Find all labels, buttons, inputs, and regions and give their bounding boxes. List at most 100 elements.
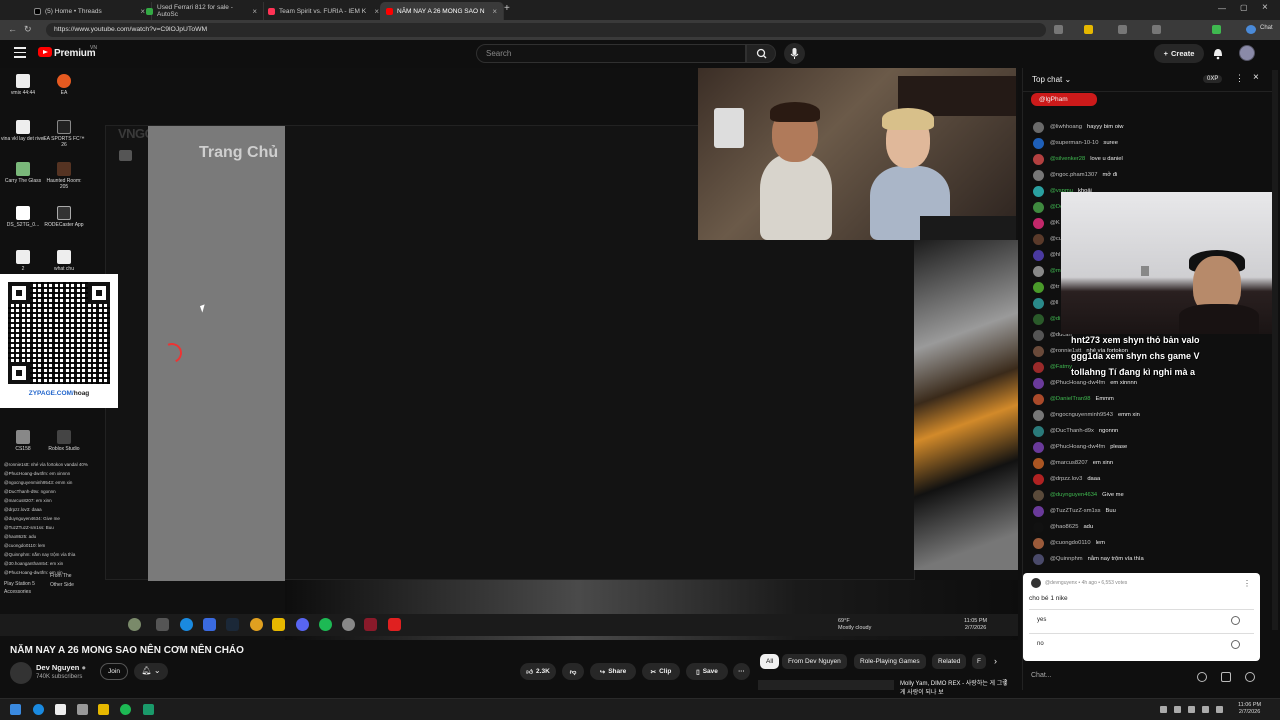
subscribed-button[interactable]: 🔔︎ ⌄ <box>134 663 168 680</box>
start-icon[interactable] <box>10 704 21 715</box>
chat-message[interactable]: @TuzZTuzZ-sm1ss Buu <box>1033 504 1116 518</box>
extension-icon[interactable] <box>1152 25 1161 34</box>
radio-icon[interactable] <box>1231 640 1240 649</box>
chat-message[interactable]: @superman-10-10 suree <box>1033 136 1118 150</box>
user-avatar[interactable] <box>1033 201 1044 213</box>
chat-message[interactable]: @PhucHoang-dw4fm please <box>1033 440 1127 454</box>
browser-tab[interactable]: Used Ferrari 812 for sale - AutoSc × <box>140 2 264 20</box>
more-options-icon[interactable]: ⋮ <box>1243 579 1251 588</box>
chat-username[interactable]: @DucThanh-d9x <box>1050 428 1094 434</box>
app-tray-icon[interactable] <box>1174 706 1181 713</box>
chat-username[interactable]: @hl <box>1050 252 1060 258</box>
poll-option[interactable]: yes <box>1029 609 1254 631</box>
browser-tab-active[interactable]: NĂM NAY A 26 MONG SAO N × <box>380 2 504 20</box>
chat-message[interactable]: @ll <box>1033 296 1063 310</box>
extension-icon[interactable] <box>1212 25 1221 34</box>
new-tab-icon[interactable]: + <box>504 3 510 14</box>
minimize-icon[interactable]: — <box>1218 4 1226 13</box>
chat-username[interactable]: @ngoc.pham1307 <box>1050 172 1097 178</box>
channel-name[interactable]: Dev Nguyen ● <box>36 663 86 672</box>
browser-tab[interactable]: Team Spirit vs. FURIA - IEM K × <box>262 2 386 20</box>
file-icon[interactable] <box>55 704 66 715</box>
user-avatar[interactable] <box>1033 313 1044 325</box>
close-icon[interactable]: × <box>374 7 379 16</box>
user-avatar[interactable] <box>1033 329 1044 341</box>
close-window-icon[interactable]: × <box>1262 2 1268 13</box>
folder-icon[interactable] <box>98 704 109 715</box>
chat-username[interactable]: @ll <box>1050 300 1058 306</box>
chat-username[interactable]: @drpzz.lov3 <box>1050 476 1082 482</box>
star-icon[interactable] <box>1084 25 1093 34</box>
xp-badge[interactable]: 0XP <box>1203 75 1223 83</box>
user-avatar[interactable] <box>1033 489 1044 501</box>
chat-username[interactable]: @di <box>1050 316 1060 322</box>
user-avatar[interactable] <box>1033 345 1044 357</box>
chat-message[interactable]: @DucThanh-d9x ngonnn <box>1033 424 1118 438</box>
user-avatar[interactable] <box>1033 137 1044 149</box>
back-icon[interactable]: ← <box>8 24 17 34</box>
user-avatar[interactable] <box>1033 153 1044 165</box>
user-avatar[interactable] <box>1033 361 1044 373</box>
browser-tab[interactable]: (5) Home • Threads × <box>28 2 152 20</box>
chip-related[interactable]: Related <box>932 654 967 669</box>
chat-mode-dropdown[interactable]: Top chat ⌄ <box>1032 75 1071 84</box>
reload-icon[interactable]: ↻ <box>24 24 32 35</box>
notifications-icon[interactable] <box>1212 46 1224 60</box>
youtube-logo-icon[interactable] <box>38 47 52 57</box>
join-button[interactable]: Join <box>100 663 128 680</box>
user-avatar[interactable] <box>1033 281 1044 293</box>
close-icon[interactable]: × <box>492 7 497 16</box>
user-avatar[interactable] <box>1033 265 1044 277</box>
user-avatar[interactable] <box>1033 473 1044 485</box>
chat-username[interactable]: @tr <box>1050 284 1059 290</box>
chat-username[interactable]: @m <box>1050 268 1061 274</box>
chat-message[interactable]: @K <box>1033 216 1065 230</box>
chevron-right-icon[interactable]: › <box>994 656 997 666</box>
profile-icon[interactable] <box>1246 25 1256 34</box>
chat-message[interactable]: @duynguyen4634 Give me <box>1033 488 1124 502</box>
save-button[interactable]: ▯ Save <box>686 663 728 680</box>
chip-role-playing[interactable]: Role-Playing Games <box>854 654 926 669</box>
chat-username[interactable]: @K <box>1050 220 1060 226</box>
chat-message[interactable]: @cuongdo0110 lem <box>1033 536 1105 550</box>
user-avatar[interactable] <box>1033 393 1044 405</box>
chip-more[interactable]: F <box>972 654 986 669</box>
user-avatar[interactable] <box>1033 377 1044 389</box>
chat-username[interactable]: @duynguyen4634 <box>1050 492 1097 498</box>
chat-scrollbar[interactable] <box>1272 70 1278 630</box>
user-avatar[interactable] <box>1033 425 1044 437</box>
url-field[interactable]: https://www.youtube.com/watch?v=C9lOJpUT… <box>46 23 1046 37</box>
create-button[interactable]: + Create <box>1154 44 1204 63</box>
search-input[interactable]: Search <box>476 44 746 63</box>
recommended-video[interactable]: Molly Yam, DIMO REX - 사랑하는 게 그렇게 사랑이 되나 … <box>758 678 1009 696</box>
close-icon[interactable]: × <box>1253 72 1259 83</box>
chat-extension-label[interactable]: Chat <box>1260 25 1273 31</box>
chat-message[interactable]: @DanielTran98 Emmm <box>1033 392 1114 406</box>
user-avatar[interactable] <box>1033 553 1044 565</box>
chevron-up-icon[interactable] <box>1160 706 1167 713</box>
close-icon[interactable]: × <box>252 7 257 16</box>
user-avatar[interactable] <box>1033 121 1044 133</box>
super-chat-icon[interactable] <box>1221 672 1231 682</box>
radio-icon[interactable] <box>1231 616 1240 625</box>
user-avatar[interactable] <box>1033 217 1044 229</box>
emoji-icon[interactable] <box>1197 672 1207 682</box>
chat-message[interactable]: @liwhhoang hayyy bim oiw <box>1033 120 1123 134</box>
chat-message[interactable]: @ngocnguyenminh9543 emm xin <box>1033 408 1140 422</box>
user-avatar[interactable] <box>1033 297 1044 309</box>
spotify-icon[interactable] <box>120 704 131 715</box>
chat-message[interactable]: @hao8625 adu <box>1033 520 1093 534</box>
chat-username[interactable]: @DanielTran98 <box>1050 396 1090 402</box>
menu-icon[interactable] <box>14 47 26 58</box>
app-icon[interactable] <box>143 704 154 715</box>
system-clock[interactable]: 11:06 PM 2/7/2026 <box>1238 702 1261 716</box>
chat-username[interactable]: @Quinnphm <box>1050 556 1083 562</box>
chat-message[interactable]: @tr <box>1033 280 1064 294</box>
task-view-icon[interactable] <box>77 704 88 715</box>
share-button[interactable]: ↪ Share <box>590 663 636 680</box>
user-avatar[interactable] <box>1033 441 1044 453</box>
volume-icon[interactable] <box>1216 706 1223 713</box>
chat-username[interactable]: @TuzZTuzZ-sm1ss <box>1050 508 1101 514</box>
search-button[interactable] <box>746 44 776 63</box>
clip-button[interactable]: ✂ Clip <box>642 663 680 680</box>
